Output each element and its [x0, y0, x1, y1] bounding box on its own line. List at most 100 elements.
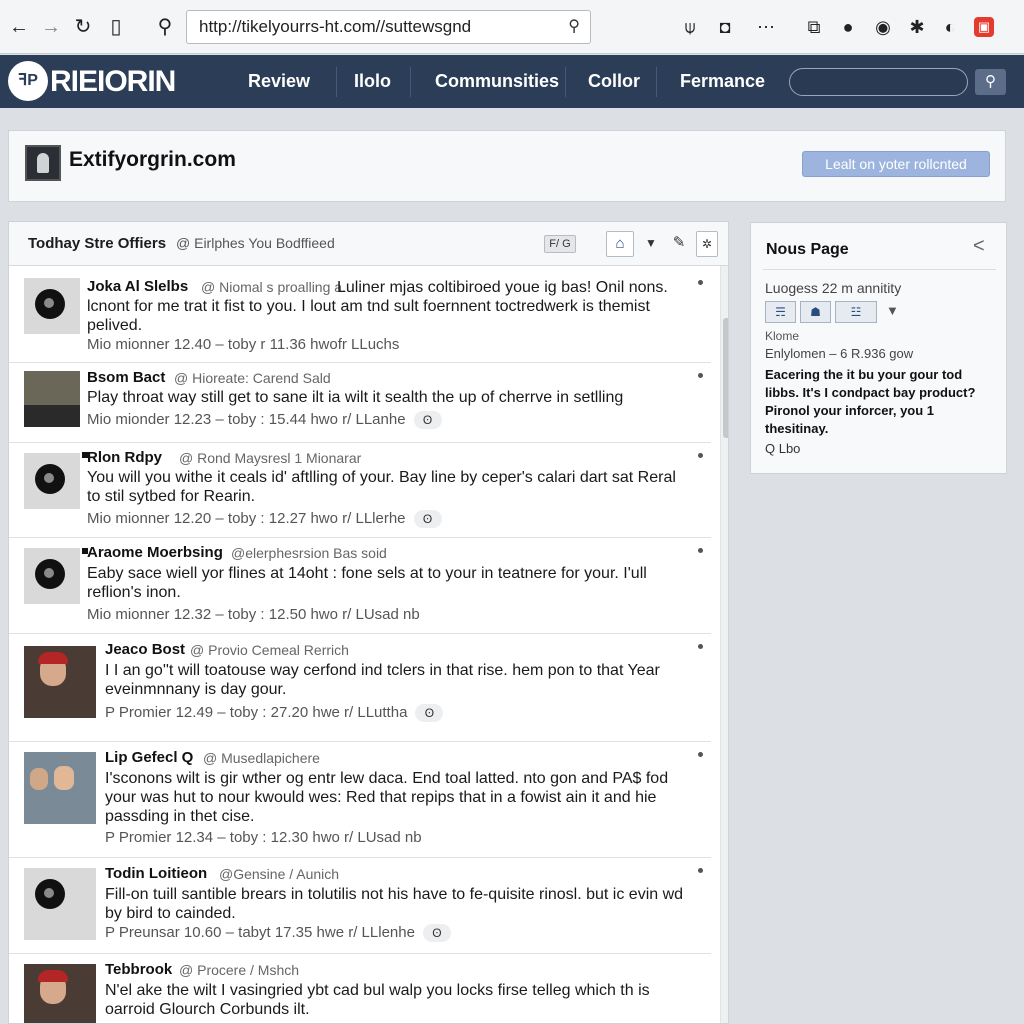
address-search-icon[interactable]: ⚲ [568, 11, 580, 43]
chip-image-icon[interactable]: ☴ [765, 301, 796, 323]
post-source[interactable]: @ Musedlapichere [203, 750, 320, 766]
home-icon[interactable]: ⌂ [606, 231, 634, 257]
screen-icon[interactable]: ⧉ [802, 14, 826, 40]
profile-icon[interactable]: ● [836, 14, 860, 40]
microphone-icon[interactable]: ⍦ [678, 14, 702, 40]
post-meta: Mio mionder 12.23 – toby : 15.44 hwo r/ … [87, 411, 442, 430]
post-author[interactable]: Todin Loitieon [105, 865, 207, 882]
post-text: I'sconons wilt is gir wther og entr lew … [105, 770, 669, 825]
side-link[interactable]: Q Lbo [765, 441, 800, 456]
nav-review[interactable]: Review [248, 71, 310, 92]
share-icon[interactable]: < [973, 235, 985, 258]
reply-badge[interactable]: ʘ [422, 924, 451, 943]
post-source[interactable]: @ Hioreate: Carend Sald [174, 370, 331, 386]
post-meta: Mio mionner 12.32 – toby : 12.50 hwo r/ … [87, 606, 420, 623]
nav-divider [656, 67, 657, 97]
post-avatar[interactable] [24, 278, 80, 334]
feed-panel: Todhay Stre Offiers @ Eirlphes You Bodff… [8, 221, 729, 1024]
post-author[interactable]: Bsom Bact [87, 369, 165, 386]
header-search-button[interactable]: ⚲ [975, 69, 1006, 95]
post-text: I I an go''t will toatouse way cerfond i… [105, 662, 660, 698]
post-source[interactable]: @ Rond Maysresl 1 Mionarar [179, 450, 361, 466]
post-menu-icon[interactable] [698, 453, 703, 458]
post-avatar[interactable] [24, 548, 80, 604]
chevron-down-icon[interactable]: ▼ [886, 303, 899, 318]
feed-list: Joka Al Slelbs @ Niomal s proalling a. L… [9, 266, 711, 1023]
nav-ilolo[interactable]: Ilolo [354, 71, 391, 92]
post-avatar[interactable] [24, 371, 80, 427]
forward-icon[interactable]: → [38, 14, 64, 40]
bookmark-icon[interactable]: ▯ [103, 14, 129, 40]
nav-divider [565, 67, 566, 97]
site-action-button[interactable]: Lealt on yoter rollcnted [802, 151, 990, 177]
post-author[interactable]: Lip Gefecl Q [105, 749, 193, 766]
side-label: Klome [765, 329, 800, 343]
post-menu-icon[interactable] [698, 644, 703, 649]
feed-header: Todhay Stre Offiers @ Eirlphes You Bodff… [9, 222, 728, 266]
feed-post[interactable]: Jeaco Bost @ Provio Cemeal Rerrich I I a… [9, 634, 711, 742]
reload-icon[interactable]: ↻ [70, 14, 96, 40]
header-search-input[interactable] [789, 68, 968, 96]
reply-badge[interactable]: ʘ [413, 411, 442, 430]
post-author[interactable]: Jeaco Bost [105, 641, 185, 658]
feed-post[interactable]: Lip Gefecl Q @ Musedlapichere I'sconons … [9, 742, 711, 858]
chevron-down-icon[interactable]: ▼ [643, 231, 659, 257]
more-icon[interactable]: ⋯ [754, 14, 778, 40]
feed-post[interactable]: Tebbrook @ Procere / Mshch N'el ake the … [9, 954, 711, 1023]
post-author[interactable]: Rlon Rdpy [87, 449, 162, 466]
reply-badge[interactable]: ʘ [415, 704, 444, 723]
address-bar[interactable]: http://tikelyourrs-ht.com//suttewsgnd ⚲ [186, 10, 591, 44]
post-meta: P Promier 12.34 – toby : 12.30 hwo r/ LU… [105, 829, 422, 846]
post-menu-icon[interactable] [698, 548, 703, 553]
post-avatar[interactable] [24, 964, 96, 1023]
feed-post[interactable]: Araome Moerbsing @elerphesrsion Bas soid… [9, 538, 711, 634]
post-source[interactable]: @elerphesrsion Bas soid [231, 545, 387, 561]
post-meta-text: Mio mionder 12.23 – toby : 15.44 hwo r/ … [87, 411, 406, 428]
post-author[interactable]: Tebbrook [105, 961, 172, 978]
nav-fermance[interactable]: Fermance [680, 71, 765, 92]
browser-toolbar: ← → ↻ ▯ ⚲ http://tikelyourrs-ht.com//sut… [0, 0, 1024, 54]
logo-icon[interactable]: ꟻP [8, 61, 48, 101]
post-avatar[interactable] [24, 646, 96, 718]
account-icon[interactable]: ◐ [938, 14, 962, 40]
post-menu-icon[interactable] [698, 868, 703, 873]
chip-shapes-icon[interactable]: ☗ [800, 301, 831, 323]
feed-scroll-thumb[interactable] [723, 318, 728, 438]
post-menu-icon[interactable] [698, 280, 703, 285]
feed-post[interactable]: Joka Al Slelbs @ Niomal s proalling a. L… [9, 266, 711, 363]
camera-icon[interactable]: ◉ [871, 14, 895, 40]
edit-icon[interactable]: ✎ [669, 231, 689, 257]
nav-communities[interactable]: Communsities [435, 71, 559, 92]
feed-scrollbar[interactable] [720, 266, 728, 1023]
post-source[interactable]: @ Procere / Mshch [179, 962, 299, 978]
side-stat: Luogess 22 m annitity [765, 280, 902, 296]
nav-divider [336, 67, 337, 97]
reply-badge[interactable]: ʘ [413, 510, 442, 529]
post-menu-icon[interactable] [698, 373, 703, 378]
chat-icon[interactable]: ◘ [713, 14, 737, 40]
back-icon[interactable]: ← [6, 14, 32, 40]
feed-post[interactable]: Bsom Bact @ Hioreate: Carend Sald Play t… [9, 363, 711, 443]
site-logo[interactable]: RIEIORIN [50, 65, 176, 99]
search-icon[interactable]: ⚲ [152, 14, 178, 40]
post-avatar[interactable] [24, 752, 96, 824]
nav-divider [410, 67, 411, 97]
post-avatar[interactable] [24, 453, 80, 509]
post-meta: Mio mionner 12.20 – toby : 12.27 hwo r/ … [87, 510, 442, 529]
post-menu-icon[interactable] [698, 752, 703, 757]
post-author[interactable]: Araome Moerbsing [87, 544, 223, 561]
post-source[interactable]: @ Provio Cemeal Rerrich [190, 642, 349, 658]
puzzle-icon[interactable]: ✱ [905, 14, 929, 40]
feed-post[interactable]: Todin Loitieon @Gensine / Aunich Fill-on… [9, 858, 711, 954]
site-header: ꟻP RIEIORIN Review Ilolo Communsities Co… [0, 55, 1024, 108]
feed-subtitle: @ Eirlphes You Bodffieed [176, 235, 335, 251]
settings-icon[interactable]: ✲ [696, 231, 718, 257]
feed-post[interactable]: Rlon Rdpy @ Rond Maysresl 1 Mionarar You… [9, 443, 711, 538]
chip-grid-icon[interactable]: ☳ [835, 301, 877, 323]
nav-collor[interactable]: Collor [588, 71, 640, 92]
post-source[interactable]: @Gensine / Aunich [219, 866, 339, 882]
post-avatar[interactable] [24, 868, 96, 940]
filter-button[interactable]: F/ G [544, 235, 576, 253]
divider [763, 269, 996, 270]
notification-icon[interactable]: ▣ [974, 17, 994, 37]
